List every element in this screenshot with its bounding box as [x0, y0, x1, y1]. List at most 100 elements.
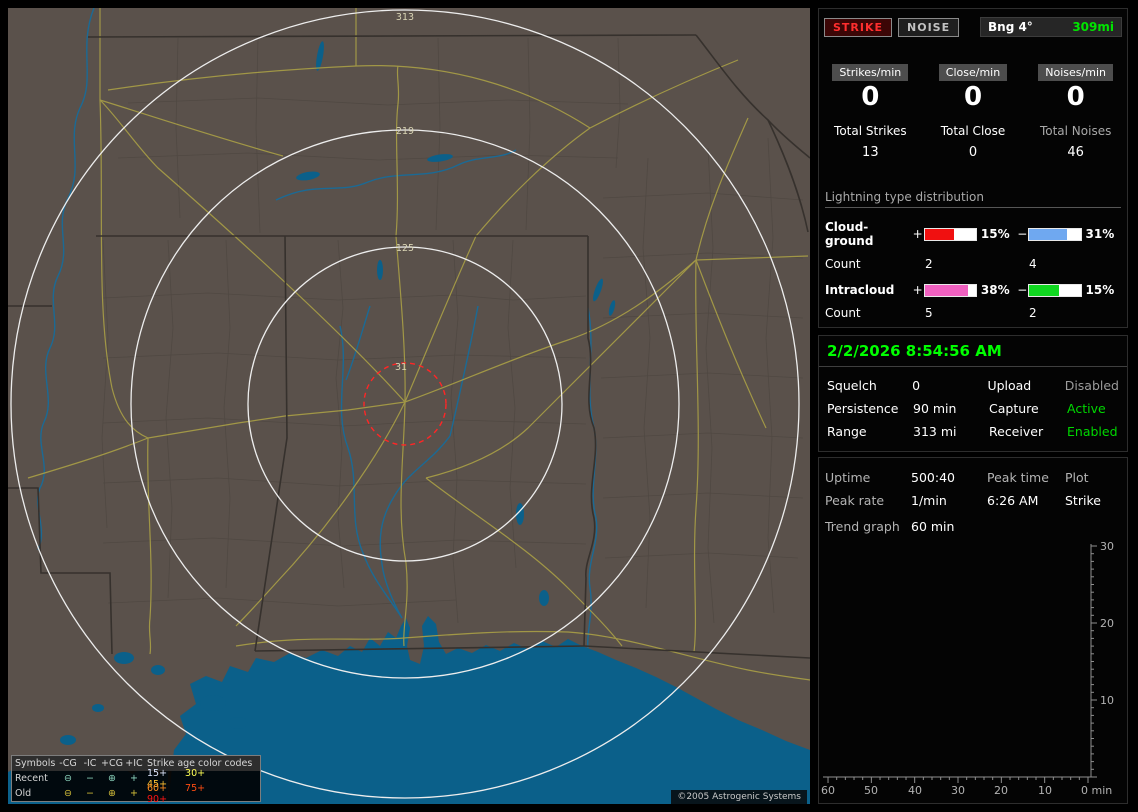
lightning-map[interactable]: 313 219 125 31 Symbols -CG -IC +CG +IC S…: [8, 8, 810, 804]
rate-counters: Strikes/min 0 Close/min 0 Noises/min 0: [819, 61, 1127, 112]
bearing-value: 309mi: [1072, 20, 1114, 34]
status-row: Persistence 90 min Capture Active: [827, 401, 1119, 416]
side-panel: STRIKE NOISE Bng 4° 309mi Strikes/min 0 …: [818, 0, 1130, 812]
trend-graph: 30 20 10 60 50 40 30 20 10 0 min: [821, 540, 1114, 797]
total-close-label: Total Close: [940, 124, 1006, 138]
positive-percent: 38%: [980, 283, 1010, 297]
uptime-label: Uptime: [825, 470, 871, 485]
intracloud-block: Intracloud + 38% − 15% Count 5 2: [819, 283, 1127, 320]
neg-ic-symbol: −: [86, 773, 94, 784]
map-legend: Symbols -CG -IC +CG +IC Strike age color…: [11, 755, 261, 805]
datetime-display: 2/2/2026 8:54:56 AM: [819, 336, 1127, 367]
legend-col-neg-cg: -CG: [59, 758, 77, 769]
x-tick-label-50: 50: [864, 784, 878, 797]
bar-fill: [924, 284, 968, 296]
x-tick-label-10: 10: [1038, 784, 1052, 797]
y-tick-label-20: 20: [1100, 617, 1114, 630]
y-tick-label-30: 30: [1100, 540, 1114, 553]
bearing-label: Bng 4°: [988, 20, 1033, 34]
trend-graph-window: 60 min: [911, 519, 955, 534]
receiver-label: Receiver: [989, 424, 1044, 439]
x-tick-label-30: 30: [951, 784, 965, 797]
status-row: Range 313 mi Receiver Enabled: [827, 424, 1119, 439]
age-badge: 30+: [185, 767, 206, 779]
negative-count: 2: [1029, 306, 1037, 320]
x-tick-label-60: 60: [821, 784, 835, 797]
age-badge: 90+: [147, 793, 168, 805]
copyright-label: ©2005 Astrogenic Systems: [671, 790, 807, 804]
persistence-label: Persistence: [827, 401, 899, 416]
x-tick-label-40: 40: [908, 784, 922, 797]
peak-rate-label: Peak rate: [825, 493, 885, 508]
legend-row-old: Old ⊖ − ⊕ + 60+ 75+ 90+: [12, 782, 260, 805]
total-noises-value: 46: [1067, 145, 1084, 160]
total-strikes-value: 13: [862, 145, 879, 160]
legend-row-label: Old: [15, 788, 32, 799]
cloud-ground-block: Cloud-ground + 15% − 31% Count 2 4: [819, 220, 1127, 271]
negative-percent: 15%: [1085, 283, 1115, 297]
legend-row-label: Recent: [15, 773, 48, 784]
range-label-313: 313: [396, 12, 414, 23]
receiver-status: Enabled: [1067, 424, 1118, 439]
plot-value: Strike: [1065, 493, 1101, 508]
neg-cg-symbol: ⊖: [64, 773, 72, 784]
upload-status: Disabled: [1064, 378, 1119, 393]
x-tick-label-0: 0 min: [1081, 784, 1112, 797]
age-badge: 60+: [147, 782, 168, 794]
negative-polarity-bar: [1028, 227, 1082, 241]
total-strikes: Total Strikes 13: [819, 124, 922, 160]
bar-fill: [1029, 228, 1068, 240]
bearing-display: Bng 4° 309mi: [980, 17, 1122, 37]
pos-ic-symbol: +: [130, 788, 138, 799]
peak-rate-value: 1/min: [911, 493, 947, 508]
range-label-31: 31: [395, 362, 407, 373]
range-label: Range: [827, 424, 867, 439]
strikes-per-min-chip: Strikes/min: [832, 64, 909, 81]
range-label-125: 125: [396, 243, 414, 254]
pos-ic-symbol: +: [130, 773, 138, 784]
close-per-min-value: 0: [963, 82, 983, 112]
cloud-ground-label: Cloud-ground: [825, 220, 874, 248]
minus-sign: −: [1017, 283, 1028, 297]
pos-cg-symbol: ⊕: [108, 773, 116, 784]
close-per-min: Close/min 0: [922, 61, 1025, 112]
plus-sign: +: [912, 283, 923, 297]
noises-per-min-chip: Noises/min: [1038, 64, 1113, 81]
app-window: 313 219 125 31 Symbols -CG -IC +CG +IC S…: [0, 0, 1138, 812]
trend-graph-label: Trend graph: [825, 519, 900, 534]
neg-ic-symbol: −: [86, 788, 94, 799]
map-canvas: 313 219 125 31: [8, 8, 810, 804]
strike-button[interactable]: STRIKE: [824, 17, 893, 37]
uptime-value: 500:40: [911, 470, 955, 485]
status-section: 2/2/2026 8:54:56 AM Squelch 0 Upload Dis…: [818, 335, 1128, 452]
count-label: Count: [825, 306, 861, 320]
capture-status: Active: [1067, 401, 1106, 416]
minus-sign: −: [1017, 227, 1028, 241]
bar-fill: [1029, 284, 1059, 296]
bar-fill: [924, 228, 955, 240]
legend-symbols-header: Symbols: [15, 758, 56, 769]
legend-col-pos-cg: +CG: [101, 758, 123, 769]
total-close-value: 0: [968, 145, 978, 160]
total-noises-label: Total Noises: [1039, 124, 1112, 138]
age-badge: 75+: [185, 782, 206, 794]
close-per-min-chip: Close/min: [938, 64, 1008, 81]
plot-label: Plot: [1065, 470, 1089, 485]
negative-percent: 31%: [1085, 227, 1115, 241]
y-tick-label-10: 10: [1100, 694, 1114, 707]
legend-col-pos-ic: +IC: [125, 758, 143, 769]
noise-button[interactable]: NOISE: [898, 17, 960, 37]
peak-time-value: 6:26 AM: [987, 493, 1039, 508]
intracloud-label: Intracloud: [825, 283, 895, 297]
positive-polarity-bar: [923, 227, 977, 241]
squelch-label: Squelch: [827, 378, 877, 393]
age-badge: 15+: [147, 767, 168, 779]
noises-per-min: Noises/min 0: [1024, 61, 1127, 112]
positive-count: 5: [925, 306, 933, 320]
pos-cg-symbol: ⊕: [108, 788, 116, 799]
negative-polarity-bar: [1028, 283, 1082, 297]
x-tick-label-20: 20: [994, 784, 1008, 797]
total-counters: Total Strikes 13 Total Close 0 Total Noi…: [819, 124, 1127, 160]
distribution-title: Lightning type distribution: [825, 190, 1121, 208]
noises-per-min-value: 0: [1066, 82, 1085, 112]
